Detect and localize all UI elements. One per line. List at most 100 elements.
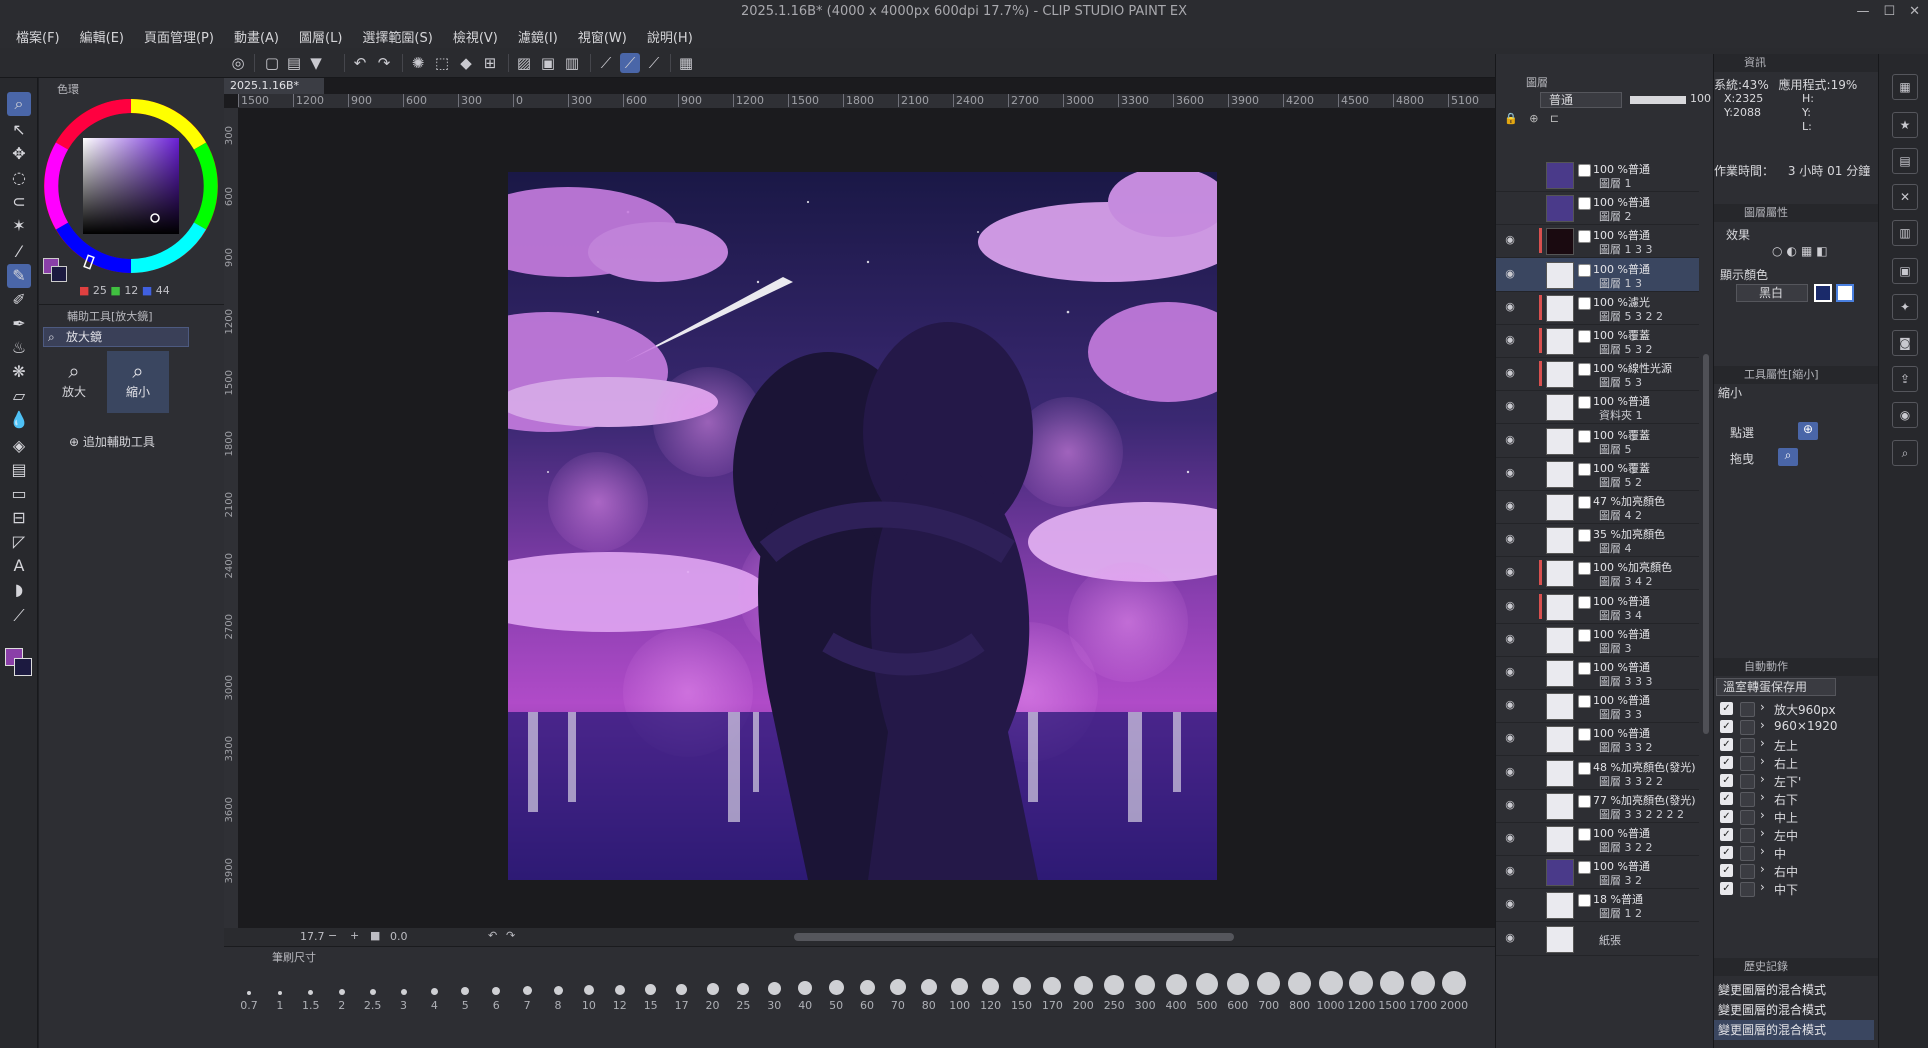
layer-icon[interactable]: ✕ bbox=[1892, 184, 1918, 210]
brush-size-item[interactable]: 17 bbox=[667, 971, 697, 1012]
opacity-value[interactable]: 100 bbox=[1690, 92, 1711, 105]
layer-row[interactable]: ◉ 100 %普通 圖層 3 3 2 bbox=[1496, 722, 1699, 757]
operation-tool-icon[interactable]: ↖ bbox=[7, 118, 31, 142]
layer-thumbnail[interactable] bbox=[1546, 660, 1574, 687]
brush-size-item[interactable]: 400 bbox=[1161, 971, 1191, 1012]
search-panel-icon[interactable]: ⌕ bbox=[1892, 440, 1918, 466]
layer-row[interactable]: ◉ 100 %覆蓋 圖層 5 bbox=[1496, 424, 1699, 458]
layer-row[interactable]: ◉ 100 %普通 圖層 3 4 bbox=[1496, 590, 1699, 624]
brush-size-item[interactable]: 30 bbox=[759, 971, 789, 1012]
display-color-dark[interactable] bbox=[1814, 284, 1832, 302]
zoom-in-button[interactable]: + bbox=[350, 929, 359, 942]
action-dialog-toggle[interactable] bbox=[1740, 882, 1755, 897]
clip-studio-icon[interactable]: ◎ bbox=[228, 53, 248, 73]
layer-row[interactable]: 100 %普通 圖層 1 bbox=[1496, 158, 1699, 192]
eye-icon[interactable]: ◉ bbox=[1503, 499, 1517, 513]
layer-thumbnail[interactable] bbox=[1546, 228, 1574, 256]
click-zoom-button[interactable]: ⊕ bbox=[1798, 422, 1818, 440]
check-icon[interactable]: ✓ bbox=[1720, 864, 1733, 877]
layer-thumbnail[interactable] bbox=[1546, 261, 1574, 289]
action-dialog-toggle[interactable] bbox=[1740, 738, 1755, 753]
layer-row[interactable]: ◉ 100 %普通 圖層 3 2 bbox=[1496, 855, 1699, 890]
star-panel-icon[interactable]: ✦ bbox=[1892, 294, 1918, 320]
layer-thumbnail[interactable] bbox=[1546, 693, 1574, 721]
auto-select-icon[interactable]: ✶ bbox=[7, 214, 31, 238]
auto-action-item[interactable]: ✓ › 中下 bbox=[1714, 878, 1874, 900]
eye-icon[interactable]: ◉ bbox=[1503, 599, 1517, 613]
chevron-right-icon[interactable]: › bbox=[1760, 880, 1765, 894]
document-tab[interactable]: 2025.1.16B* ● bbox=[224, 78, 324, 108]
layer-row[interactable]: ◉ 100 %普通 圖層 3 3 bbox=[1496, 689, 1699, 724]
menu-filter[interactable]: 濾鏡(I) bbox=[516, 27, 560, 46]
brush-size-item[interactable]: 6 bbox=[481, 971, 511, 1012]
open-file-icon[interactable]: ▤ bbox=[284, 53, 304, 73]
layer-row[interactable]: 100 %普通 圖層 2 bbox=[1496, 191, 1699, 226]
menu-edit[interactable]: 編輯(E) bbox=[78, 27, 126, 46]
eraser-icon[interactable]: ▱ bbox=[7, 384, 31, 408]
history-tab[interactable]: 歷史記錄 bbox=[1714, 958, 1879, 976]
check-icon[interactable]: ✓ bbox=[1720, 774, 1733, 787]
lock-icon[interactable]: 🔒 bbox=[1504, 112, 1522, 125]
menu-layer[interactable]: 圖層(L) bbox=[297, 27, 344, 46]
history-item[interactable]: 變更圖層的混合模式 bbox=[1714, 1020, 1874, 1040]
chevron-right-icon[interactable]: › bbox=[1760, 754, 1765, 768]
clear-icon[interactable]: ✺ bbox=[408, 53, 428, 73]
fill-icon[interactable]: ◆ bbox=[456, 53, 476, 73]
brush-size-item[interactable]: 1700 bbox=[1408, 971, 1438, 1012]
history-item[interactable]: 變更圖層的混合模式 bbox=[1714, 980, 1874, 1000]
eye-icon[interactable]: ◉ bbox=[1503, 466, 1517, 480]
artwork-canvas[interactable] bbox=[508, 172, 1217, 880]
close-icon[interactable]: ✕ bbox=[1909, 0, 1920, 24]
brush-size-item[interactable]: 12 bbox=[605, 971, 635, 1012]
reference-icon[interactable]: ⊕ bbox=[1529, 112, 1542, 125]
brush-size-item[interactable]: 80 bbox=[914, 971, 944, 1012]
redo-icon[interactable]: ↷ bbox=[374, 53, 394, 73]
horizontal-scrollbar[interactable] bbox=[794, 933, 1234, 941]
color-wheel[interactable] bbox=[41, 96, 221, 276]
favorite-icon[interactable]: ★ bbox=[1892, 112, 1918, 138]
layer-row[interactable]: ◉ 18 %普通 圖層 1 2 bbox=[1496, 888, 1699, 923]
brush-size-item[interactable]: 25 bbox=[728, 971, 758, 1012]
layer-thumbnail[interactable] bbox=[1546, 560, 1574, 588]
maximize-icon[interactable]: ☐ bbox=[1883, 0, 1895, 24]
eye-icon[interactable]: ◉ bbox=[1503, 897, 1517, 911]
invert-selection-icon[interactable]: ▥ bbox=[562, 53, 582, 73]
tool-property-tab[interactable]: 工具屬性[縮小] bbox=[1714, 366, 1879, 384]
eye-icon[interactable]: ◉ bbox=[1503, 731, 1517, 745]
snap-ruler-icon[interactable]: ⟋ bbox=[596, 53, 616, 73]
save-icon[interactable]: ▼ bbox=[306, 53, 326, 73]
menu-help[interactable]: 說明(H) bbox=[645, 27, 695, 46]
layer-row[interactable]: ◉ 100 %覆蓋 圖層 5 2 bbox=[1496, 457, 1699, 491]
brush-size-item[interactable]: 600 bbox=[1223, 971, 1253, 1012]
layer-thumbnail[interactable] bbox=[1546, 759, 1574, 787]
brush-size-item[interactable]: 1500 bbox=[1377, 971, 1407, 1012]
menu-file[interactable]: 檔案(F) bbox=[14, 27, 62, 46]
text-tool-icon[interactable]: A bbox=[7, 554, 31, 578]
action-dialog-toggle[interactable] bbox=[1740, 792, 1755, 807]
brush-size-item[interactable]: 8 bbox=[543, 971, 573, 1012]
brush-size-item[interactable]: 70 bbox=[883, 971, 913, 1012]
sub-color-swatch[interactable] bbox=[14, 658, 32, 676]
eye-icon[interactable]: ◉ bbox=[1503, 565, 1517, 579]
action-dialog-toggle[interactable] bbox=[1740, 810, 1755, 825]
brush-size-item[interactable]: 60 bbox=[852, 971, 882, 1012]
effect-buttons[interactable]: ○◐▦◧ bbox=[1772, 244, 1832, 258]
rotate-left-icon[interactable]: ↶ bbox=[488, 929, 497, 942]
brush-size-item[interactable]: 1200 bbox=[1346, 971, 1376, 1012]
layer-scrollbar[interactable] bbox=[1703, 354, 1709, 734]
layer-thumbnail[interactable] bbox=[1546, 925, 1574, 953]
layer-thumbnail[interactable] bbox=[1546, 328, 1574, 355]
layer-row[interactable]: ◉ 47 %加亮顏色 圖層 4 2 bbox=[1496, 490, 1699, 524]
eye-icon[interactable]: ◉ bbox=[1503, 366, 1517, 380]
snap-special-ruler-icon[interactable]: ⟋ bbox=[620, 53, 640, 73]
action-dialog-toggle[interactable] bbox=[1740, 720, 1755, 735]
check-icon[interactable]: ✓ bbox=[1720, 792, 1733, 805]
brush-size-item[interactable]: 150 bbox=[1007, 971, 1037, 1012]
rotation-value[interactable]: 0.0 bbox=[390, 930, 408, 943]
brush-size-item[interactable]: 10 bbox=[574, 971, 604, 1012]
info-tab[interactable]: 資訊 bbox=[1714, 54, 1879, 72]
layer-thumbnail[interactable] bbox=[1546, 892, 1574, 920]
brush-tool-icon[interactable]: ✒ bbox=[7, 312, 31, 336]
add-sub-tool-button[interactable]: ⊕ 追加輔助工具 bbox=[69, 433, 155, 450]
menu-window[interactable]: 視窗(W) bbox=[576, 27, 629, 46]
